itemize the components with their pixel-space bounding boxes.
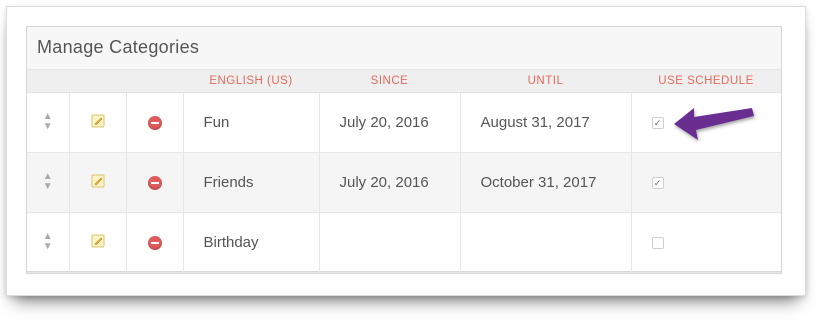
table-row: ▲ ▼ Birthday: [27, 212, 781, 273]
header-sort: [27, 70, 69, 93]
category-name: Friends: [182, 152, 319, 213]
sort-icon[interactable]: ▲ ▼: [43, 232, 53, 252]
panel-title: Manage Categories: [27, 27, 781, 70]
pencil-icon[interactable]: [91, 234, 105, 252]
pencil-icon[interactable]: [91, 174, 105, 192]
use-schedule-checkbox[interactable]: [651, 237, 664, 250]
sort-cell[interactable]: ▲ ▼: [27, 152, 69, 213]
category-name: Fun: [182, 92, 319, 153]
table-row: ▲ ▼ Friends July 20, 2016 October 31, 201…: [27, 152, 781, 213]
sort-icon[interactable]: ▲ ▼: [43, 172, 53, 192]
table-header-row: ENGLISH (US) SINCE UNTIL USE SCHEDULE: [27, 70, 781, 93]
until-date: [459, 212, 631, 273]
sort-cell[interactable]: ▲ ▼: [27, 212, 69, 273]
edit-cell[interactable]: [68, 212, 126, 273]
use-schedule-cell: [630, 212, 781, 273]
use-schedule-checkbox[interactable]: ✓: [651, 177, 664, 190]
arrow-icon: [674, 108, 754, 140]
until-date: October 31, 2017: [459, 152, 631, 213]
until-date: August 31, 2017: [459, 92, 631, 153]
since-date: July 20, 2016: [318, 92, 460, 153]
header-english[interactable]: ENGLISH (US): [183, 70, 319, 93]
header-edit: [69, 70, 126, 93]
since-date: [318, 212, 460, 273]
use-schedule-checkbox[interactable]: ✓: [651, 117, 664, 130]
category-name: Birthday: [182, 212, 319, 273]
since-date: July 20, 2016: [318, 152, 460, 213]
delete-cell[interactable]: [125, 92, 183, 153]
minus-circle-icon[interactable]: [147, 116, 162, 131]
sort-cell[interactable]: ▲ ▼: [27, 92, 69, 153]
header-delete: [126, 70, 183, 93]
delete-cell[interactable]: [125, 152, 183, 213]
manage-categories-panel: Manage Categories ENGLISH (US) SINCE UNT…: [26, 26, 782, 274]
pencil-icon[interactable]: [91, 114, 105, 132]
edit-cell[interactable]: [68, 92, 126, 153]
header-since[interactable]: SINCE: [319, 70, 460, 93]
minus-circle-icon[interactable]: [147, 236, 162, 251]
header-use-schedule[interactable]: USE SCHEDULE: [631, 70, 781, 93]
minus-circle-icon[interactable]: [147, 176, 162, 191]
edit-cell[interactable]: [68, 152, 126, 213]
header-until[interactable]: UNTIL: [460, 70, 631, 93]
use-schedule-cell: ✓: [630, 152, 781, 213]
sort-icon[interactable]: ▲ ▼: [43, 112, 53, 132]
delete-cell[interactable]: [125, 212, 183, 273]
